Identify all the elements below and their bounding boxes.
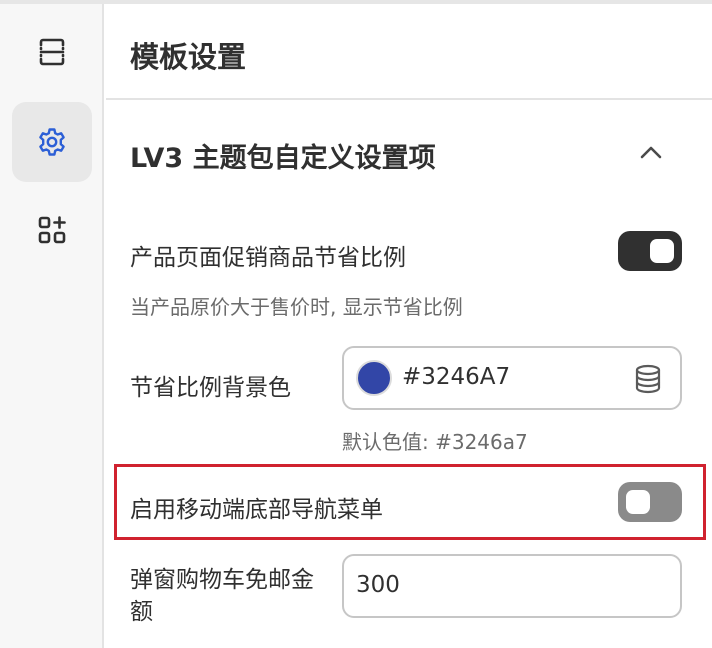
page-title: 模板设置 [130,40,247,74]
database-icon[interactable] [634,364,662,398]
rail-item-apps[interactable] [12,190,92,270]
savings-ratio-label: 产品页面促销商品节省比例 [130,245,406,271]
highlight-frame [114,464,706,540]
free-shipping-label-line1: 弹窗购物车免邮金 [130,567,314,593]
sections-icon [36,36,68,68]
rail-item-settings[interactable] [12,102,92,182]
rail-item-sections[interactable] [12,12,92,92]
chevron-up-icon[interactable] [636,138,666,168]
panel-header: 模板设置 [106,4,712,100]
left-icon-rail [0,4,104,648]
color-value[interactable]: #3246A7 [402,364,510,390]
toggle-knob [650,239,674,263]
settings-panel: 模板设置 LV3 主题包自定义设置项 产品页面促销商品节省比例 当产品原价大于售… [106,4,712,648]
gear-icon [36,126,68,158]
savings-bg-color-label: 节省比例背景色 [130,375,291,401]
savings-ratio-help: 当产品原价大于售价时, 显示节省比例 [130,295,463,319]
savings-bg-color-field[interactable]: #3246A7 [342,346,682,410]
color-swatch[interactable] [356,360,392,396]
default-color-hint: 默认色值: #3246a7 [342,430,528,454]
amount-value[interactable]: 300 [356,572,400,598]
savings-ratio-toggle[interactable] [618,231,682,271]
section-title[interactable]: LV3 主题包自定义设置项 [130,136,436,175]
free-shipping-label-line2: 额 [130,599,153,625]
free-shipping-amount-input[interactable]: 300 [342,554,682,618]
apps-add-icon [36,214,68,246]
